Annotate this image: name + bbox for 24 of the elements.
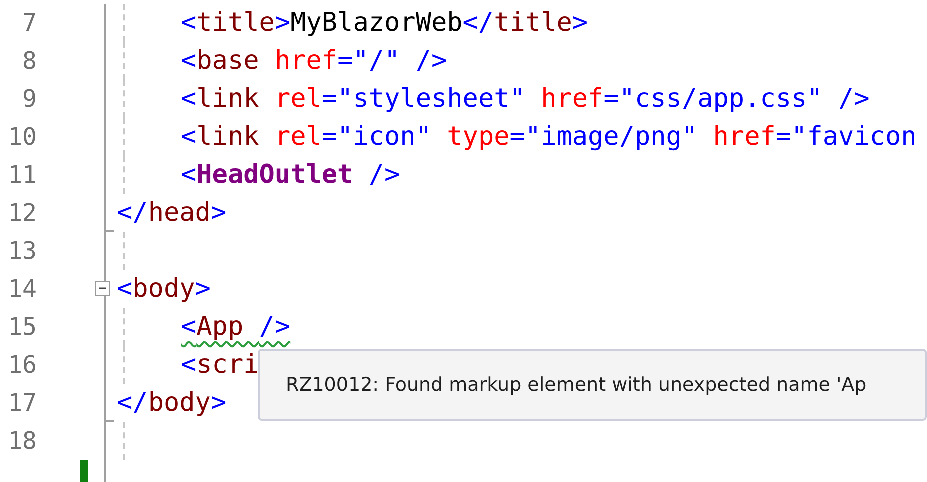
line-number: 8	[22, 46, 37, 77]
code-line: <link rel="stylesheet" href="css/app.css" />	[181, 83, 870, 116]
collapse-toggle[interactable]	[95, 281, 110, 296]
line-number: 9	[22, 84, 37, 115]
code-line: <title>MyBlazorWeb</title>	[181, 7, 588, 40]
line-number: 11	[7, 160, 37, 191]
line-number: 15	[7, 312, 37, 343]
line-number: 17	[7, 388, 37, 419]
code-line: <body>	[117, 273, 211, 306]
line-number: 12	[7, 198, 37, 229]
line-number: 14	[7, 274, 37, 305]
code-line: <link rel="icon" type="image/png" href="favicon	[181, 121, 917, 154]
code-line: </head>	[117, 197, 227, 230]
line-number: 13	[7, 236, 37, 267]
code-line: <base href="/" />	[181, 45, 448, 78]
line-number: 18	[7, 426, 37, 457]
code-line: <App />	[181, 311, 291, 344]
tooltip-message: RZ10012: Found markup element with unexpected name 'Ap	[286, 374, 867, 396]
code-line: </body>	[117, 387, 227, 420]
line-number: 16	[7, 350, 37, 381]
line-number: 10	[7, 122, 37, 153]
line-number: 7	[22, 8, 37, 39]
code-line: <HeadOutlet />	[181, 159, 400, 192]
code-line: <scri	[181, 349, 260, 382]
